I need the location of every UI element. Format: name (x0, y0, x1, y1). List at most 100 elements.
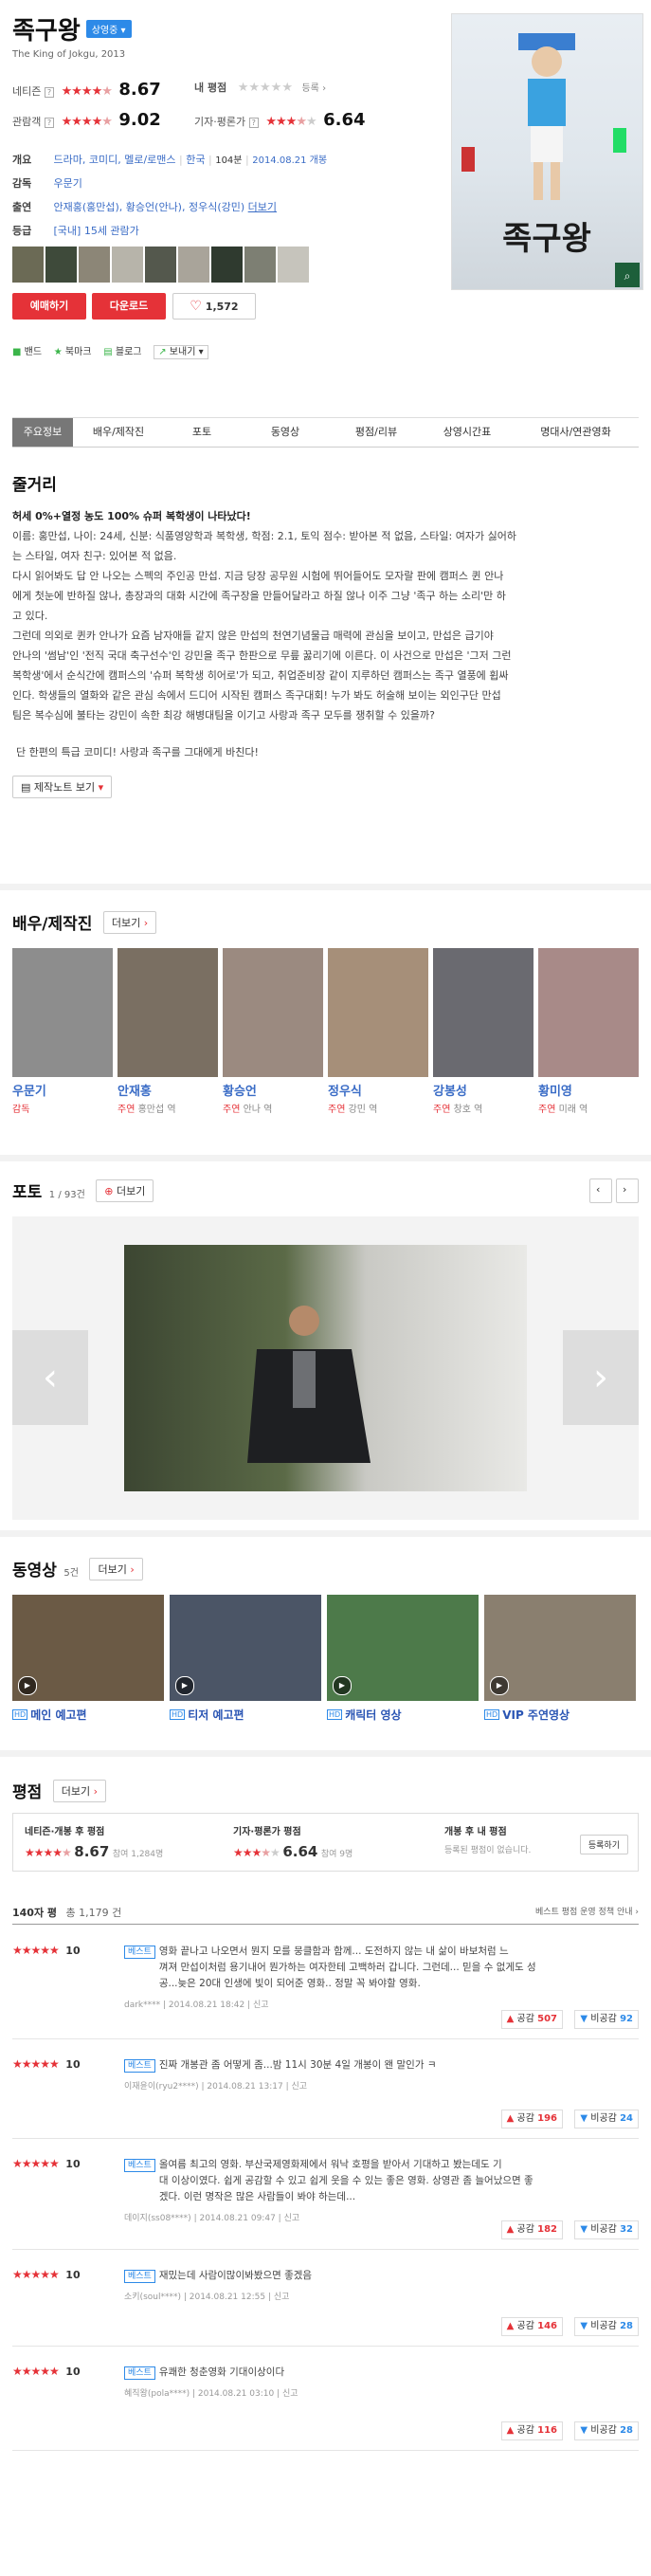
arrow-right-icon[interactable]: › (616, 1178, 639, 1203)
cast-card[interactable]: 안재홍 주연 홍만섭 역 (118, 948, 218, 1119)
cast-photo[interactable] (433, 948, 533, 1077)
cast-photo[interactable] (223, 948, 323, 1077)
photo-next-button[interactable]: › (563, 1330, 639, 1425)
cast-card[interactable]: 강봉성 주연 창호 역 (433, 948, 533, 1119)
tab-showtimes[interactable]: 상영시간표 (422, 418, 513, 447)
cast-photo[interactable] (538, 948, 639, 1077)
country-link[interactable]: 한국 (186, 154, 205, 166)
cast-card[interactable]: 우문기 감독 (12, 948, 113, 1119)
question-icon[interactable]: ? (44, 87, 55, 98)
status-badge[interactable]: 상영중 ▾ (85, 20, 132, 38)
review-user[interactable]: dark**** (124, 2001, 160, 2010)
thumbnail[interactable] (211, 247, 243, 283)
reserve-button[interactable]: 예매하기 (12, 293, 86, 320)
non-sympathy-button[interactable]: ▼ 비공감 32 (574, 2220, 639, 2239)
cast-name[interactable]: 우문기 (12, 1081, 113, 1099)
best-policy-link[interactable]: 베스트 평점 운영 정책 안내 › (535, 1905, 639, 1917)
tab-photo[interactable]: 포토 (164, 418, 240, 447)
release-date[interactable]: 2014.08.21 개봉 (252, 155, 327, 166)
play-icon[interactable]: ▶ (333, 1676, 352, 1695)
cast-name[interactable]: 정우식 (328, 1081, 428, 1099)
report-link[interactable]: 신고 (291, 2082, 307, 2092)
report-link[interactable]: 신고 (282, 2389, 298, 2399)
like-button[interactable]: ♡ 1,572 (172, 293, 256, 320)
cast-photo[interactable] (118, 948, 218, 1077)
video-title[interactable]: 티저 예고편 (188, 1708, 244, 1722)
cast-more-button[interactable]: 더보기 › (102, 911, 157, 934)
report-link[interactable]: 신고 (253, 2001, 269, 2010)
cast-photo[interactable] (328, 948, 428, 1077)
non-sympathy-button[interactable]: ▼ 비공감 28 (574, 2317, 639, 2336)
tab-cast[interactable]: 배우/제작진 (73, 418, 164, 447)
video-thumbnail[interactable]: ▶ (484, 1595, 636, 1701)
non-sympathy-button[interactable]: ▼ 비공감 24 (574, 2110, 639, 2128)
main-photo[interactable] (124, 1245, 527, 1491)
cast-card[interactable]: 황미영 주연 미래 역 (538, 948, 639, 1119)
cast-card[interactable]: 정우식 주연 강민 역 (328, 948, 428, 1119)
video-thumbnail[interactable]: ▶ (12, 1595, 164, 1701)
send-share[interactable]: ↗ 보내기 ▾ (154, 345, 208, 359)
sympathy-button[interactable]: ▲ 공감 116 (500, 2421, 563, 2440)
tab-video[interactable]: 동영상 (240, 418, 331, 447)
video-more-button[interactable]: 더보기 › (89, 1558, 143, 1580)
tab-reviews[interactable]: 평점/리뷰 (331, 418, 422, 447)
video-title[interactable]: VIP 주연영상 (502, 1708, 570, 1722)
tab-main-info[interactable]: 주요정보 (12, 418, 73, 447)
register-link[interactable]: 등록 › (301, 83, 326, 94)
question-icon[interactable]: ? (44, 118, 55, 128)
non-sympathy-button[interactable]: ▼ 비공감 92 (574, 2010, 639, 2029)
video-card[interactable]: ▶ HD 메인 예고편 (12, 1595, 164, 1737)
video-thumbnail[interactable]: ▶ (170, 1595, 321, 1701)
thumbnail[interactable] (145, 247, 176, 283)
review-user[interactable]: 혜직왕(pola****) (124, 2389, 190, 2399)
cast-photo[interactable] (12, 948, 113, 1077)
video-title[interactable]: 캐릭터 영상 (345, 1708, 401, 1722)
video-card[interactable]: ▶ HD 캐릭터 영상 (327, 1595, 479, 1737)
play-icon[interactable]: ▶ (18, 1676, 37, 1695)
review-user[interactable]: 데이지(ss08****) (124, 2214, 191, 2223)
band-share[interactable]: ■ 밴드 (12, 347, 42, 357)
director-link[interactable]: 우문기 (54, 177, 82, 190)
my-rating-stars[interactable]: ★★★★★ (238, 81, 293, 95)
thumbnail[interactable] (244, 247, 276, 283)
movie-poster[interactable]: 족구왕 ⌕ (451, 13, 643, 290)
download-button[interactable]: 다운로드 (92, 293, 166, 320)
register-rating-button[interactable]: 등록하기 (579, 1835, 628, 1854)
thumbnail[interactable] (112, 247, 143, 283)
thumbnail[interactable] (79, 247, 110, 283)
thumbnail[interactable] (278, 247, 309, 283)
cast-name[interactable]: 황승언 (223, 1081, 323, 1099)
video-thumbnail[interactable]: ▶ (327, 1595, 479, 1701)
sympathy-button[interactable]: ▲ 공감 507 (500, 2010, 563, 2029)
non-sympathy-button[interactable]: ▼ 비공감 28 (574, 2421, 639, 2440)
cast-name[interactable]: 안재홍 (118, 1081, 218, 1099)
notes-button[interactable]: ▤ 제작노트 보기 ▾ (12, 776, 113, 798)
photo-prev-button[interactable]: ‹ (12, 1330, 88, 1425)
play-icon[interactable]: ▶ (175, 1676, 194, 1695)
cast-name[interactable]: 강봉성 (433, 1081, 533, 1099)
thumbnail[interactable] (178, 247, 209, 283)
review-user[interactable]: 소키(soul****) (124, 2293, 181, 2302)
bookmark-share[interactable]: ★ 북마크 (54, 347, 92, 357)
sympathy-button[interactable]: ▲ 공감 196 (500, 2110, 563, 2128)
arrow-left-icon[interactable]: ‹ (589, 1178, 612, 1203)
sympathy-button[interactable]: ▲ 공감 182 (500, 2220, 563, 2239)
sympathy-button[interactable]: ▲ 공감 146 (500, 2317, 563, 2336)
cast-link[interactable]: 안재홍(홍만섭), 황승언(안나), 정우식(강민) (54, 201, 245, 213)
photo-more-button[interactable]: ⊕ 더보기 (96, 1179, 154, 1202)
grade-link[interactable]: [국내] 15세 관람가 (54, 225, 139, 237)
genre-link[interactable]: 드라마, 코미디, 멜로/로맨스 (54, 154, 176, 166)
cast-more-link[interactable]: 더보기 (248, 201, 277, 213)
review-user[interactable]: 이재윤이(ryu2****) (124, 2082, 199, 2092)
thumbnail[interactable] (45, 247, 77, 283)
video-title[interactable]: 메인 예고편 (30, 1708, 86, 1722)
tab-quotes[interactable]: 명대사/연관영화 (513, 418, 639, 447)
thumbnail[interactable] (12, 247, 44, 283)
video-card[interactable]: ▶ HD 티저 예고편 (170, 1595, 321, 1737)
report-link[interactable]: 신고 (284, 2214, 300, 2223)
video-card[interactable]: ▶ HD VIP 주연영상 (484, 1595, 636, 1737)
cast-name[interactable]: 황미영 (538, 1081, 639, 1099)
cast-card[interactable]: 황승언 주연 안나 역 (223, 948, 323, 1119)
report-link[interactable]: 신고 (274, 2293, 290, 2302)
question-icon[interactable]: ? (248, 118, 259, 128)
